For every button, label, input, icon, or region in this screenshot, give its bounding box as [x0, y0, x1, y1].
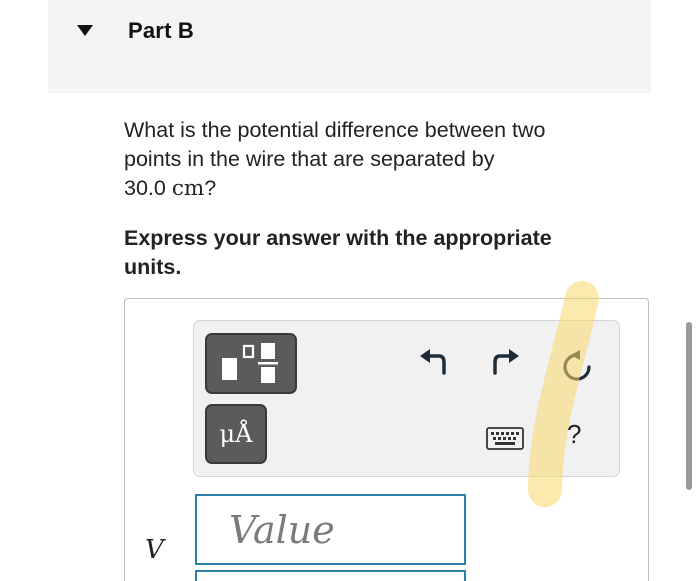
- value-input[interactable]: [195, 494, 466, 565]
- question-text: What is the potential difference between…: [124, 116, 624, 203]
- question-unit: cm: [171, 176, 205, 201]
- part-title: Part B: [128, 18, 194, 43]
- question-line-1: What is the potential difference between…: [124, 118, 546, 142]
- variable-label: V: [145, 535, 164, 565]
- instruction-line-1: Express your answer with the appropriate: [124, 226, 552, 250]
- part-header: [48, 0, 651, 93]
- redo-icon[interactable]: [490, 349, 520, 377]
- instruction-text: Express your answer with the appropriate…: [124, 224, 624, 282]
- templates-icon: [222, 343, 278, 383]
- page: Part B What is the potential difference …: [0, 0, 700, 581]
- scrollbar[interactable]: [686, 322, 692, 490]
- instruction-line-2: units.: [124, 255, 182, 279]
- question-suffix: ?: [204, 176, 217, 200]
- caret-down-icon[interactable]: [77, 25, 93, 36]
- units-label: μÅ: [219, 420, 253, 448]
- units-input[interactable]: [195, 570, 466, 581]
- question-line-2: points in the wire that are separated by: [124, 147, 495, 171]
- undo-icon[interactable]: [419, 349, 449, 377]
- reset-icon[interactable]: [560, 350, 594, 384]
- units-button[interactable]: μÅ: [205, 404, 267, 464]
- question-value: 30.0: [124, 176, 166, 200]
- keyboard-icon[interactable]: [486, 427, 524, 451]
- help-button[interactable]: ?: [567, 419, 581, 450]
- templates-button[interactable]: [205, 333, 297, 394]
